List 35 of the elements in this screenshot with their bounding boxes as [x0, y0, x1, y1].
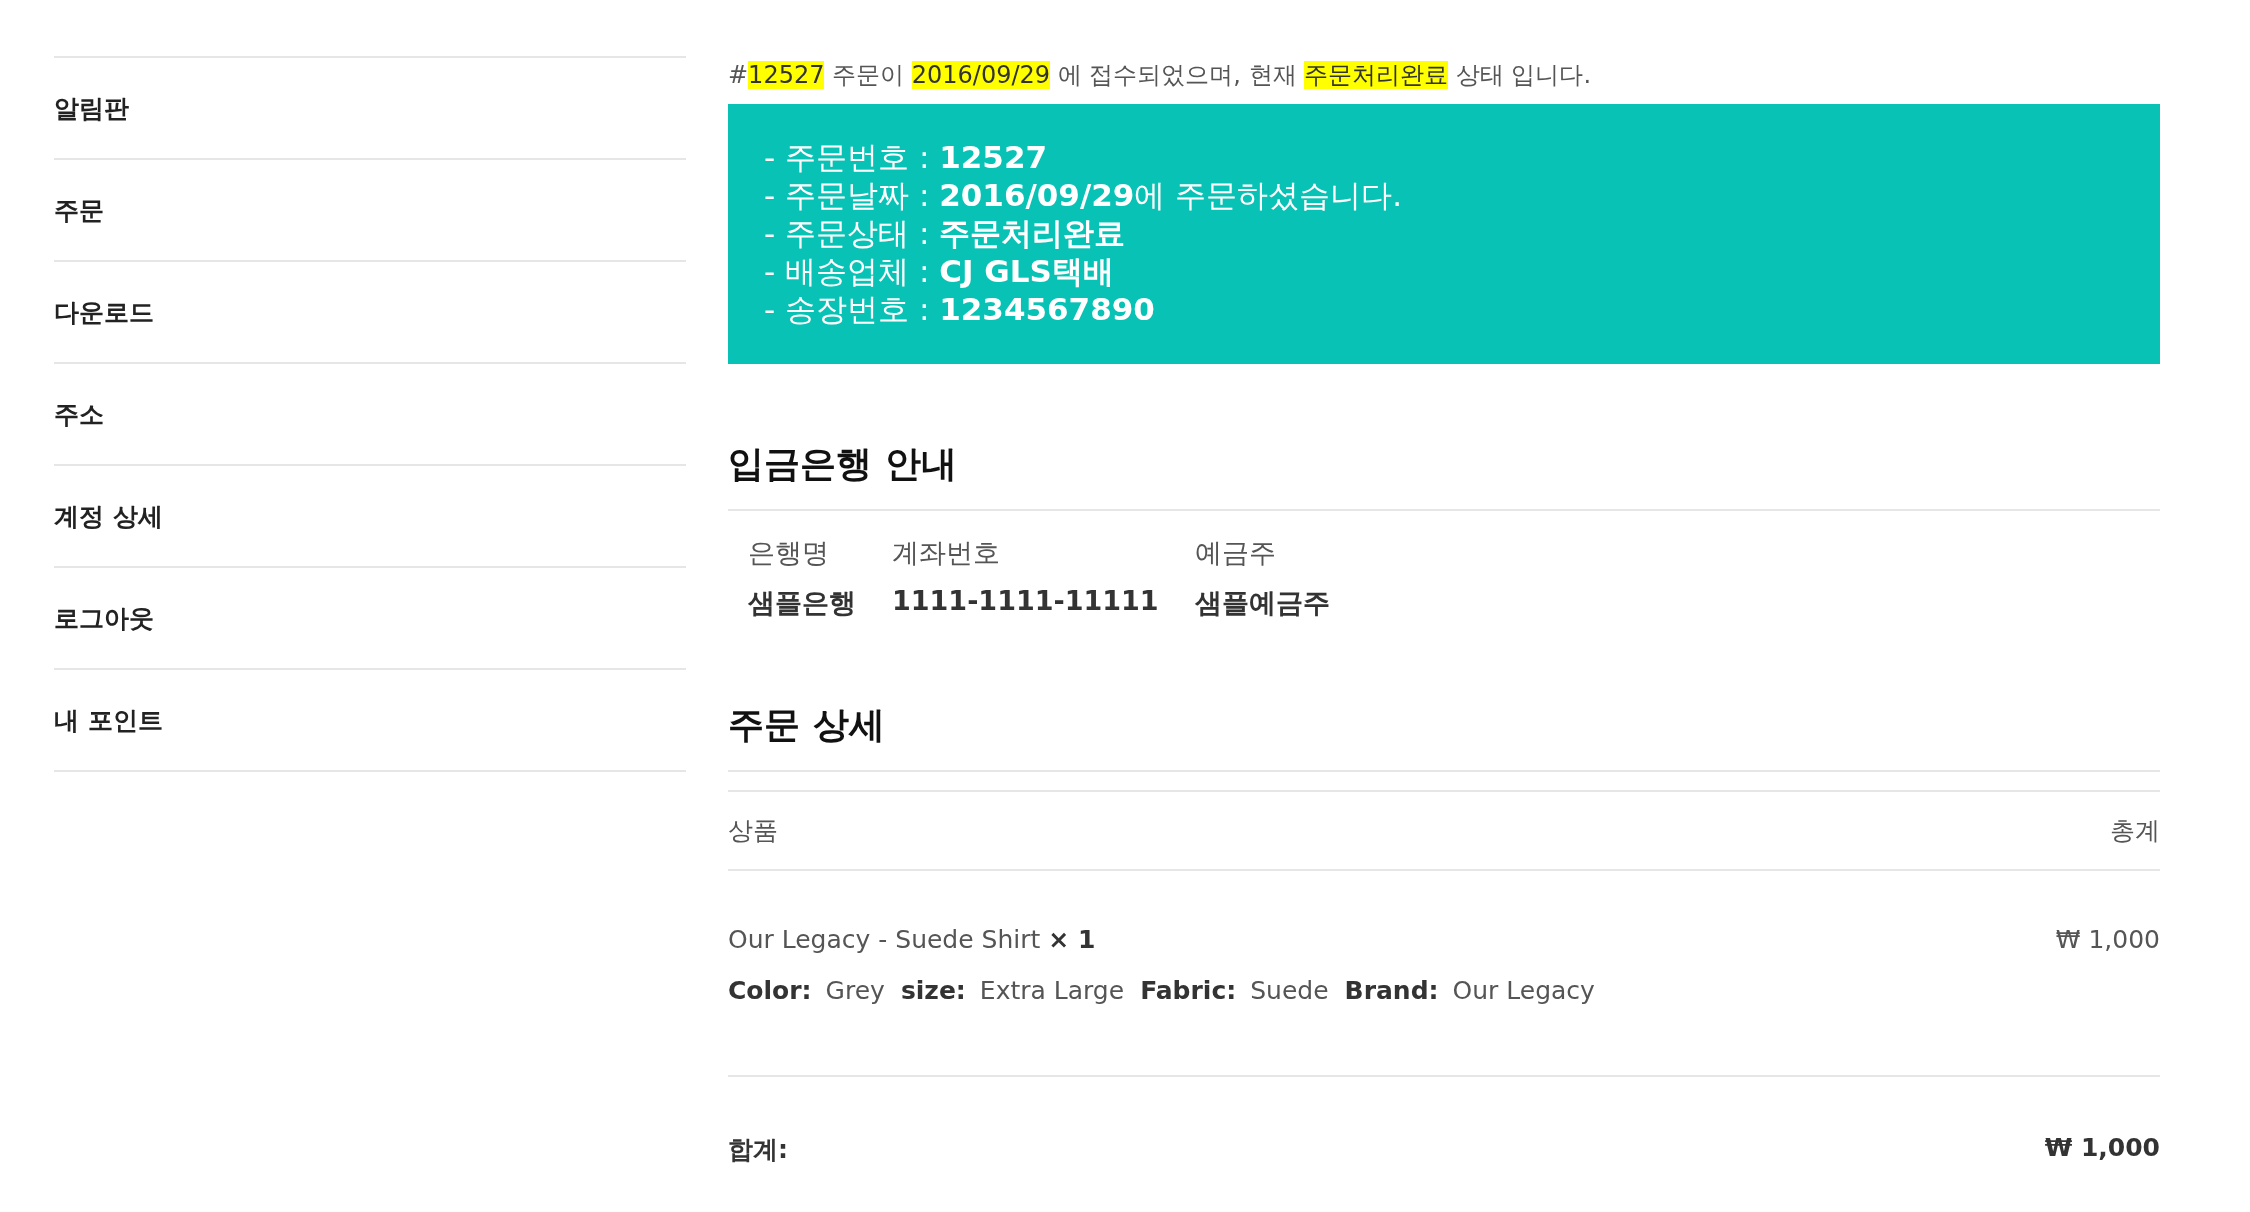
- column-header: 상품: [728, 815, 778, 847]
- attribute-label: Color:: [728, 976, 812, 1005]
- order-status-sentence: #12527 주문이 2016/09/29 에 접수되었으며, 현재 주문처리완료 상태 입니다.: [728, 60, 1593, 91]
- table-cell-text: 샘플은행: [748, 586, 856, 620]
- sidebar-link[interactable]: 내 포인트: [54, 670, 686, 772]
- attribute-label: Fabric:: [1140, 976, 1237, 1005]
- order-info-line: - 송장번호 : 1234567890: [764, 290, 1156, 328]
- attribute-value: Suede: [1250, 976, 1329, 1005]
- sidebar-link[interactable]: 로그아웃: [54, 568, 686, 670]
- attribute-label: size:: [900, 976, 966, 1005]
- attribute-value: Our Legacy: [1452, 976, 1595, 1005]
- attribute-value: Grey: [825, 976, 885, 1005]
- column-header: 예금주: [1194, 536, 1277, 570]
- product-name: Our Legacy - Suede Shirt × 1: [728, 925, 1096, 954]
- sidebar-link[interactable]: 주문: [54, 160, 686, 262]
- table-cell-text: 샘플예금주: [1194, 586, 1330, 620]
- column-header: 계좌번호: [892, 536, 1001, 570]
- sidebar-link[interactable]: 다운로드: [54, 262, 686, 364]
- sidebar-link[interactable]: 알림판: [54, 58, 686, 160]
- order-info-line: - 주문번호 : 12527: [764, 138, 1049, 176]
- order-info-line: - 주문상태 : 주문처리완료: [764, 214, 1127, 252]
- column-header: 총계: [2110, 815, 2160, 847]
- total-value: ₩ 1,000: [2044, 1133, 2160, 1164]
- table-cell-text: 1111-1111-11111: [892, 585, 1159, 618]
- sidebar-link[interactable]: 계정 상세: [54, 466, 686, 568]
- attribute-label: Brand:: [1344, 976, 1439, 1005]
- total-label: 합계:: [728, 1134, 788, 1166]
- sidebar-link[interactable]: 주소: [54, 364, 686, 466]
- column-header: 은행명: [748, 536, 830, 570]
- order-info-line: - 주문날짜 : 2016/09/29에 주문하셨습니다.: [764, 176, 1404, 214]
- order-info-line: - 배송업체 : CJ GLS택배: [764, 252, 1115, 290]
- product-price: ₩ 1,000: [2055, 925, 2160, 954]
- section-heading: 입금은행 안내: [728, 440, 2160, 511]
- attribute-value: Extra Large: [979, 976, 1125, 1005]
- section-heading: 주문 상세: [728, 701, 2160, 772]
